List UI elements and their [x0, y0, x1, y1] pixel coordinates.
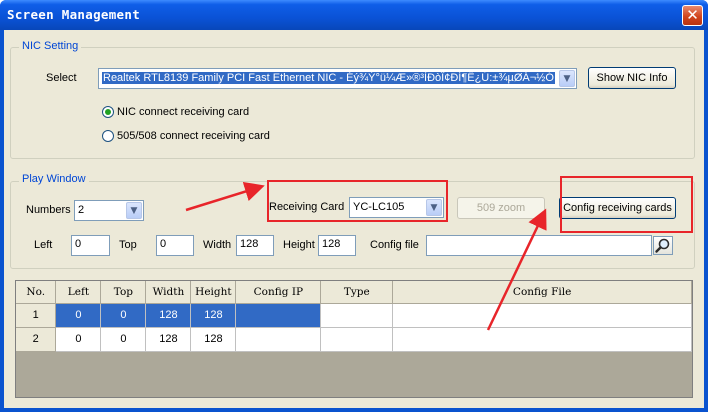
cell-width[interactable]: 128 [145, 303, 192, 328]
col-header-height[interactable]: Height [190, 281, 237, 304]
nic-select-combo[interactable]: Realtek RTL8139 Family PCI Fast Ethernet… [98, 68, 577, 89]
nic-select-value: Realtek RTL8139 Family PCI Fast Ethernet… [102, 72, 555, 84]
radio-505-connect-label[interactable]: 505/508 connect receiving card [117, 130, 270, 142]
width-label: Width [203, 239, 232, 251]
left-input[interactable]: 0 [71, 235, 110, 256]
cell-no[interactable]: 2 [16, 327, 57, 352]
col-header-type[interactable]: Type [320, 281, 394, 304]
height-input[interactable]: 128 [318, 235, 356, 256]
top-input[interactable]: 0 [156, 235, 194, 256]
close-icon: ✕ [686, 6, 699, 24]
config-button-highlight-box [560, 176, 693, 233]
nic-setting-group [10, 47, 695, 159]
col-header-width[interactable]: Width [145, 281, 192, 304]
show-nic-info-button[interactable]: Show NIC Info [588, 67, 676, 89]
top-label: Top [119, 239, 137, 251]
receiving-cards-grid[interactable]: No. Left Top Width Height Config IP Type… [15, 280, 693, 398]
nic-setting-title: NIC Setting [19, 40, 82, 52]
col-header-config-file[interactable]: Config File [392, 281, 692, 304]
grid-table: No. Left Top Width Height Config IP Type… [16, 281, 692, 352]
cell-width[interactable]: 128 [145, 327, 192, 352]
509-zoom-button[interactable]: 509 zoom [457, 197, 545, 219]
left-label: Left [34, 239, 53, 251]
col-header-config-ip[interactable]: Config IP [235, 281, 322, 304]
col-header-no[interactable]: No. [16, 281, 57, 304]
cell-top[interactable]: 0 [100, 327, 147, 352]
title-bar[interactable]: Screen Management ✕ [0, 0, 708, 30]
grid-header-row: No. Left Top Width Height Config IP Type… [16, 281, 692, 304]
cell-config-ip[interactable] [235, 327, 322, 352]
numbers-combo[interactable]: 2 ▼ [74, 200, 144, 221]
cell-type[interactable] [320, 327, 394, 352]
receiving-card-highlight-box [267, 180, 448, 222]
cell-left[interactable]: 0 [55, 327, 102, 352]
width-input[interactable]: 128 [236, 235, 274, 256]
browse-config-button[interactable] [653, 236, 673, 255]
table-row[interactable]: 1 0 0 128 128 [16, 303, 692, 328]
cell-height[interactable]: 128 [190, 327, 237, 352]
cell-config-file[interactable] [392, 327, 692, 352]
magnifier-icon [655, 238, 670, 253]
config-file-input[interactable] [426, 235, 652, 256]
numbers-value: 2 [78, 204, 85, 216]
cell-config-file[interactable] [392, 303, 692, 328]
radio-505-connect[interactable] [102, 130, 114, 142]
radio-nic-connect-label[interactable]: NIC connect receiving card [117, 106, 249, 118]
col-header-left[interactable]: Left [55, 281, 102, 304]
config-file-label: Config file [370, 239, 419, 251]
col-header-top[interactable]: Top [100, 281, 147, 304]
play-window-title: Play Window [19, 173, 89, 185]
cell-left[interactable]: 0 [55, 303, 102, 328]
screen-management-window: Screen Management ✕ NIC Setting Select R… [0, 0, 708, 412]
close-button[interactable]: ✕ [682, 5, 703, 26]
cell-height[interactable]: 128 [190, 303, 237, 328]
window-title: Screen Management [7, 7, 141, 22]
radio-nic-connect[interactable] [102, 106, 114, 118]
cell-top[interactable]: 0 [100, 303, 147, 328]
chevron-down-icon[interactable]: ▼ [559, 70, 575, 87]
table-row[interactable]: 2 0 0 128 128 [16, 327, 692, 352]
height-label: Height [283, 239, 315, 251]
select-label: Select [46, 72, 77, 84]
cell-config-ip[interactable] [235, 303, 322, 328]
chevron-down-icon[interactable]: ▼ [126, 202, 142, 219]
cell-no[interactable]: 1 [16, 303, 57, 328]
cell-type[interactable] [320, 303, 394, 328]
numbers-label: Numbers [26, 204, 71, 216]
